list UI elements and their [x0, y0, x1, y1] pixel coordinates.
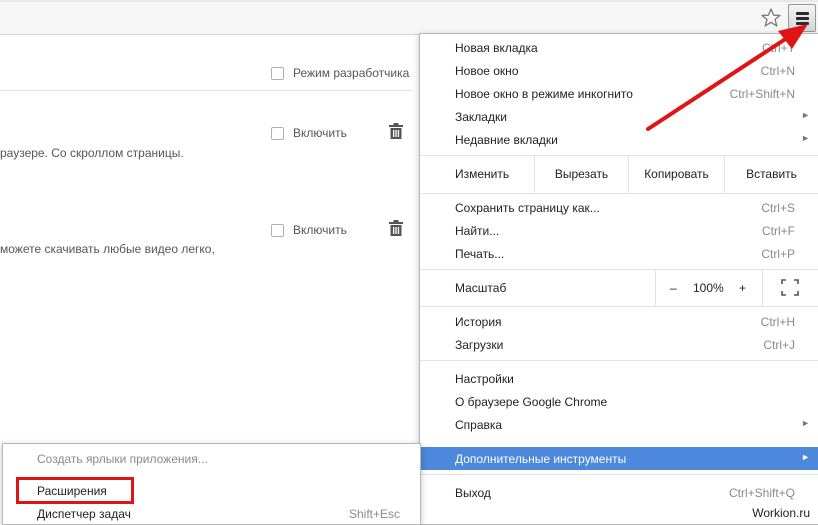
submenu-arrow-icon: ►	[801, 133, 810, 143]
menu-item-bookmarks[interactable]: Закладки ►	[420, 105, 818, 128]
menu-item-shortcut: Ctrl+P	[761, 247, 795, 261]
menu-item-recent-tabs[interactable]: Недавние вкладки ►	[420, 128, 818, 151]
menu-item-label: Сохранить страницу как...	[455, 201, 600, 215]
developer-mode-checkbox[interactable]	[271, 66, 284, 80]
enable-checkbox[interactable]	[271, 223, 284, 237]
enable-label: Включить	[293, 126, 347, 140]
menu-item-new-window[interactable]: Новое окно Ctrl+N	[420, 59, 818, 82]
submenu-arrow-icon: ►	[801, 110, 810, 120]
menu-item-label: Новое окно в режиме инкогнито	[455, 87, 633, 101]
browser-toolbar	[0, 0, 818, 35]
submenu-item-shortcut: Shift+Esc	[348, 507, 400, 521]
extension-enable-toggle[interactable]: Включить	[271, 223, 347, 237]
menu-item-label: Недавние вкладки	[455, 133, 558, 147]
menu-item-history[interactable]: История Ctrl+H	[420, 310, 818, 333]
menu-item-find[interactable]: Найти... Ctrl+F	[420, 219, 818, 242]
submenu-arrow-icon: ►	[801, 418, 810, 428]
menu-separator	[420, 474, 818, 475]
menu-item-settings[interactable]: Настройки	[420, 367, 818, 390]
extension-description: можете скачивать любые видео легко,	[0, 242, 215, 256]
paste-button[interactable]: Вставить	[725, 156, 818, 193]
submenu-arrow-icon: ►	[801, 452, 810, 462]
bookmark-star-button[interactable]	[759, 6, 783, 30]
menu-item-label: Выход	[455, 486, 491, 500]
fullscreen-icon[interactable]	[781, 279, 799, 296]
edit-label: Изменить	[455, 167, 510, 181]
menu-item-save-page[interactable]: Сохранить страницу как... Ctrl+S	[420, 196, 818, 219]
menu-item-shortcut: Ctrl+Shift+N	[729, 87, 795, 101]
extension-description: раузере. Со скроллом страницы.	[0, 146, 184, 160]
menu-item-label: Загрузки	[455, 338, 504, 352]
menu-item-shortcut: Ctrl+Shift+Q	[728, 486, 795, 500]
hamburger-line	[796, 17, 809, 20]
submenu-item-label: Диспетчер задач	[37, 507, 131, 521]
zoom-label: Масштаб	[455, 281, 507, 295]
copy-button[interactable]: Копировать	[629, 156, 724, 193]
trash-icon[interactable]	[389, 123, 403, 139]
enable-checkbox[interactable]	[271, 126, 284, 140]
menu-item-shortcut: Ctrl+N	[760, 64, 795, 78]
menu-item-downloads[interactable]: Загрузки Ctrl+J	[420, 333, 818, 356]
menu-item-shortcut: Ctrl+T	[762, 41, 795, 55]
hamburger-menu-icon	[796, 12, 809, 15]
menu-item-label: О браузере Google Chrome	[455, 395, 608, 409]
menu-item-label: Настройки	[455, 372, 514, 386]
menu-item-shortcut: Ctrl+J	[763, 338, 795, 352]
chrome-menu-button[interactable]	[788, 4, 816, 32]
more-tools-submenu: Создать ярлыки приложения... Расширения …	[2, 443, 421, 525]
menu-item-label: Закладки	[455, 110, 507, 124]
zoom-separator	[655, 270, 656, 306]
zoom-out-button[interactable]: –	[670, 281, 677, 295]
zoom-separator	[762, 270, 763, 306]
menu-item-incognito-window[interactable]: Новое окно в режиме инкогнито Ctrl+Shift…	[420, 82, 818, 105]
menu-item-more-tools[interactable]: Дополнительные инструменты ►	[420, 447, 818, 470]
menu-item-label: Найти...	[455, 224, 500, 238]
menu-item-print[interactable]: Печать... Ctrl+P	[420, 242, 818, 265]
hamburger-line	[796, 22, 809, 25]
cut-button[interactable]: Вырезать	[535, 156, 628, 193]
menu-item-label: Новая вкладка	[455, 41, 538, 55]
menu-item-exit[interactable]: Выход Ctrl+Shift+Q	[420, 481, 818, 504]
menu-zoom-row: Масштаб – 100% +	[420, 270, 818, 306]
zoom-value: 100%	[693, 281, 724, 295]
enable-label: Включить	[293, 223, 347, 237]
star-icon	[761, 8, 781, 27]
zoom-in-button[interactable]: +	[739, 281, 746, 295]
extensions-highlight-box	[16, 477, 134, 504]
submenu-item-task-manager[interactable]: Диспетчер задач Shift+Esc	[3, 503, 420, 525]
developer-mode-toggle[interactable]: Режим разработчика	[271, 66, 409, 80]
menu-separator	[420, 193, 818, 194]
menu-item-label: Дополнительные инструменты	[455, 452, 627, 466]
menu-item-shortcut: Ctrl+F	[762, 224, 795, 238]
trash-icon[interactable]	[389, 220, 403, 236]
menu-item-label: Печать...	[455, 247, 505, 261]
menu-item-label: История	[455, 315, 502, 329]
menu-edit-row: Изменить Вырезать Копировать Вставить	[420, 156, 818, 193]
menu-item-label: Новое окно	[455, 64, 519, 78]
menu-item-shortcut: Ctrl+H	[760, 315, 795, 329]
watermark: Workion.ru	[746, 503, 816, 523]
submenu-item-label: Создать ярлыки приложения...	[37, 452, 208, 466]
menu-separator	[420, 306, 818, 307]
menu-item-label: Справка	[455, 418, 503, 432]
developer-mode-label: Режим разработчика	[293, 66, 410, 80]
submenu-item-create-shortcuts[interactable]: Создать ярлыки приложения...	[3, 448, 420, 470]
menu-item-shortcut: Ctrl+S	[761, 201, 795, 215]
menu-separator	[420, 360, 818, 361]
extension-enable-toggle[interactable]: Включить	[271, 126, 347, 140]
chrome-main-menu: Новая вкладка Ctrl+T Новое окно Ctrl+N Н…	[419, 33, 818, 525]
toolbar-top-edge	[0, 0, 818, 2]
menu-item-help[interactable]: Справка ►	[420, 413, 818, 436]
menu-item-about-chrome[interactable]: О браузере Google Chrome	[420, 390, 818, 413]
menu-item-new-tab[interactable]: Новая вкладка Ctrl+T	[420, 36, 818, 59]
header-divider	[0, 90, 413, 91]
